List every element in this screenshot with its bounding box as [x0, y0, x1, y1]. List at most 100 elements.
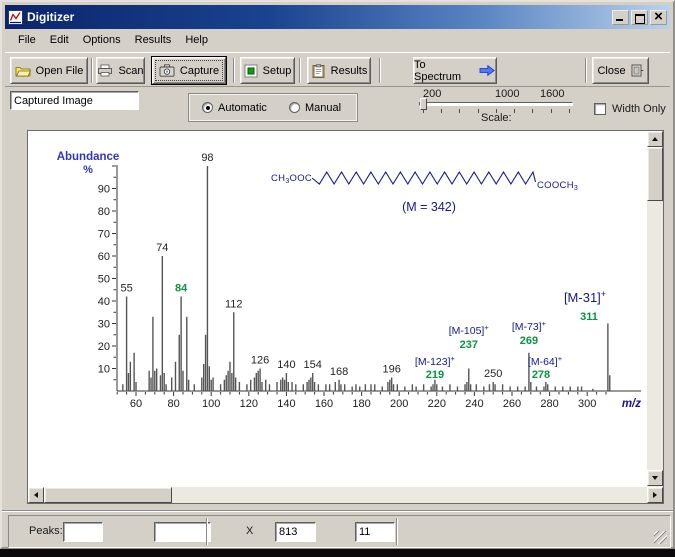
scroll-down-button[interactable] — [647, 470, 663, 486]
status-field-2[interactable] — [154, 522, 211, 542]
toolbar-separator — [299, 58, 301, 83]
menu-options[interactable]: Options — [76, 30, 128, 49]
capture-camera-icon — [159, 64, 175, 77]
peaks-field[interactable] — [63, 522, 103, 542]
svg-text:74: 74 — [156, 242, 168, 254]
capture-mode-group: Automatic Manual — [188, 93, 358, 122]
svg-text:240: 240 — [465, 398, 483, 410]
menu-file[interactable]: File — [11, 30, 43, 49]
horizontal-scroll-thumb[interactable] — [44, 487, 172, 503]
svg-text:(M = 342): (M = 342) — [402, 200, 456, 214]
menu-edit[interactable]: Edit — [43, 30, 76, 49]
horizontal-scrollbar[interactable] — [28, 487, 663, 503]
status-separator — [206, 518, 208, 545]
scale-slider-track[interactable] — [419, 102, 573, 106]
svg-text:154: 154 — [304, 359, 322, 371]
svg-text:80: 80 — [98, 206, 110, 218]
svg-text:140: 140 — [277, 398, 295, 410]
svg-text:250: 250 — [484, 368, 502, 380]
menu-bar: FileEditOptionsResultsHelp — [5, 30, 670, 51]
minimize-icon[interactable] — [612, 10, 629, 25]
x-coordinate-label: X — [246, 525, 253, 537]
results-button[interactable]: Results — [307, 57, 371, 84]
svg-text:311: 311 — [580, 311, 598, 323]
down-arrow-icon — [652, 476, 658, 480]
svg-text:300: 300 — [578, 398, 596, 410]
scale-caption: Scale: — [481, 112, 512, 124]
maximize-icon[interactable] — [631, 10, 648, 25]
image-name-field[interactable] — [10, 91, 139, 110]
close-window-button[interactable]: Close — [592, 57, 649, 84]
molecule-right-group: COOCH3 — [537, 180, 578, 192]
to-spectrum-arrow-icon — [479, 64, 496, 77]
setup-icon — [244, 64, 258, 78]
slider-tick — [441, 109, 442, 113]
title-bar[interactable]: Digitizer — [5, 5, 670, 29]
svg-text:237: 237 — [460, 339, 478, 351]
width-only-checkbox[interactable] — [594, 103, 606, 115]
manual-radio[interactable] — [289, 102, 300, 113]
setup-button[interactable]: Setup — [240, 57, 295, 84]
svg-text:98: 98 — [201, 152, 213, 164]
to-spectrum-button[interactable]: To Spectrum — [413, 57, 497, 84]
open-file-button[interactable]: Open File — [10, 57, 88, 84]
automatic-radio-label[interactable]: Automatic — [218, 102, 267, 114]
svg-text:Abundance: Abundance — [57, 151, 120, 163]
slider-tick — [514, 109, 515, 113]
svg-text:220: 220 — [428, 398, 446, 410]
slider-tick — [551, 109, 552, 113]
automatic-radio[interactable] — [202, 102, 213, 113]
vertical-scroll-thumb[interactable] — [647, 147, 663, 201]
svg-text:60: 60 — [98, 251, 110, 263]
peaks-label: Peaks: — [29, 525, 63, 537]
toolbar: Open File Scan Capture — [5, 52, 670, 87]
svg-text:200: 200 — [390, 398, 408, 410]
menu-results[interactable]: Results — [128, 30, 179, 49]
slider-tick — [532, 109, 533, 113]
scan-button[interactable]: Scan — [96, 57, 145, 84]
resize-grip[interactable] — [654, 531, 667, 544]
svg-text:278: 278 — [532, 369, 550, 381]
svg-text:10: 10 — [98, 364, 110, 376]
up-arrow-icon — [652, 137, 658, 141]
x-coordinate-field[interactable] — [275, 522, 316, 542]
svg-text:[M-31]+: [M-31]+ — [564, 289, 606, 305]
status-separator — [396, 518, 398, 545]
scale-mid-label: 1000 — [495, 88, 519, 100]
scroll-up-button[interactable] — [647, 131, 663, 147]
vertical-scrollbar[interactable] — [647, 131, 663, 488]
captured-image-panel[interactable]: 6080100120140160180200220240260280300m/z… — [27, 130, 664, 504]
svg-text:[M-64]+: [M-64]+ — [528, 354, 563, 368]
open-folder-icon — [15, 65, 31, 77]
svg-text:140: 140 — [277, 359, 295, 371]
svg-text:60: 60 — [130, 398, 142, 410]
manual-radio-label[interactable]: Manual — [305, 102, 341, 114]
toolbar-separator — [91, 58, 93, 83]
svg-text:50: 50 — [98, 274, 110, 286]
capture-button[interactable]: Capture — [152, 57, 226, 84]
toolbar-separator — [585, 58, 587, 83]
svg-text:196: 196 — [383, 364, 401, 376]
svg-text:80: 80 — [167, 398, 179, 410]
width-only-label[interactable]: Width Only — [612, 103, 666, 115]
spectrum-plot[interactable]: 6080100120140160180200220240260280300m/z… — [29, 132, 648, 489]
svg-text:55: 55 — [120, 283, 132, 295]
menu-help[interactable]: Help — [178, 30, 215, 49]
right-arrow-icon — [653, 492, 657, 498]
y-coordinate-field[interactable] — [355, 522, 395, 542]
scroll-left-button[interactable] — [28, 487, 44, 503]
molecule-left-group: CH3OOC — [271, 173, 312, 185]
toolbar-separator — [379, 58, 381, 83]
status-divider — [2, 510, 673, 512]
svg-text:100: 100 — [202, 398, 220, 410]
close-icon[interactable] — [650, 10, 667, 25]
toolbar-separator — [233, 58, 235, 83]
results-clipboard-icon — [311, 64, 326, 78]
svg-text:%: % — [83, 164, 93, 176]
close-door-icon — [631, 64, 644, 77]
scroll-right-button[interactable] — [647, 487, 663, 503]
svg-text:20: 20 — [98, 341, 110, 353]
svg-text:168: 168 — [330, 366, 348, 378]
scanner-icon — [97, 64, 113, 77]
status-bar: Peaks: X — [8, 515, 671, 548]
